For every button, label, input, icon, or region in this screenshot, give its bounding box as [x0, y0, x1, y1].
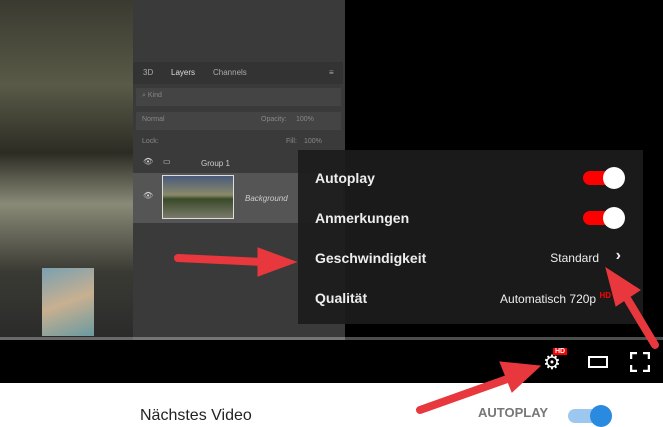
hd-badge: HD: [553, 348, 568, 355]
fullscreen-icon: [629, 351, 651, 373]
next-video-heading: Nächstes Video: [140, 407, 252, 424]
theater-mode-button[interactable]: [588, 356, 608, 368]
ps-kind: Kind: [147, 92, 162, 99]
quality-text: Automatisch 720p: [500, 292, 597, 306]
ps-opacity: 100%: [296, 116, 314, 123]
hd-badge: HD: [599, 291, 611, 300]
layer-thumbnail: [162, 175, 234, 219]
quality-value: Automatisch 720p HD: [500, 291, 611, 306]
eye-icon: 👁: [143, 191, 154, 200]
ps-blend: Normal: [142, 116, 165, 123]
settings-menu: Autoplay Anmerkungen Geschwindigkeit Sta…: [298, 150, 643, 324]
ps-fill-label: Fill:: [286, 138, 297, 145]
ps-tab-layers: Layers: [171, 68, 196, 77]
speed-value: Standard: [550, 251, 599, 265]
ps-lock-label: Lock:: [142, 138, 159, 145]
eye-icon: 👁: [143, 157, 154, 166]
progress-bar[interactable]: [0, 337, 663, 340]
menu-item-autoplay[interactable]: Autoplay: [298, 158, 643, 198]
ps-layer-name: Group 1: [201, 159, 230, 168]
annotations-toggle[interactable]: [583, 207, 625, 229]
menu-label: Autoplay: [315, 170, 375, 186]
chevron-right-icon: ›: [615, 247, 621, 264]
ps-menu-icon: ≡: [329, 68, 334, 77]
folder-icon: ▭: [163, 157, 171, 166]
video-player[interactable]: 3D Layers Channels ≡ ⌕ Kind Normal Opacit…: [0, 0, 663, 383]
fullscreen-button[interactable]: [629, 351, 651, 373]
menu-label: Qualität: [315, 290, 368, 306]
menu-label: Anmerkungen: [315, 210, 410, 226]
ps-fill: 100%: [304, 138, 322, 145]
ps-tabs: 3D Layers Channels ≡: [133, 62, 343, 84]
autoplay-toggle[interactable]: [583, 167, 625, 189]
ps-kind-filter: ⌕ Kind: [136, 88, 341, 106]
menu-item-speed[interactable]: Geschwindigkeit Standard ›: [298, 238, 643, 278]
autoplay-label: AUTOPLAY: [478, 405, 549, 420]
ps-blend-row: Normal Opacity: 100%: [136, 112, 341, 130]
settings-button[interactable]: ⚙ HD: [543, 348, 568, 375]
ps-tab-3d: 3D: [143, 68, 154, 77]
autoplay-toggle-below[interactable]: [568, 405, 612, 427]
ps-tab-channels: Channels: [213, 68, 247, 77]
menu-label: Geschwindigkeit: [315, 250, 427, 266]
menu-item-annotations[interactable]: Anmerkungen: [298, 198, 643, 238]
gear-icon: ⚙: [543, 352, 561, 374]
below-player: Nächstes Video AUTOPLAY: [0, 383, 663, 427]
menu-item-quality[interactable]: Qualität Automatisch 720p HD: [298, 278, 643, 318]
webcam-avatar: [42, 268, 94, 336]
ps-opacity-label: Opacity:: [261, 116, 287, 123]
ps-layer-name: Background: [245, 194, 288, 203]
